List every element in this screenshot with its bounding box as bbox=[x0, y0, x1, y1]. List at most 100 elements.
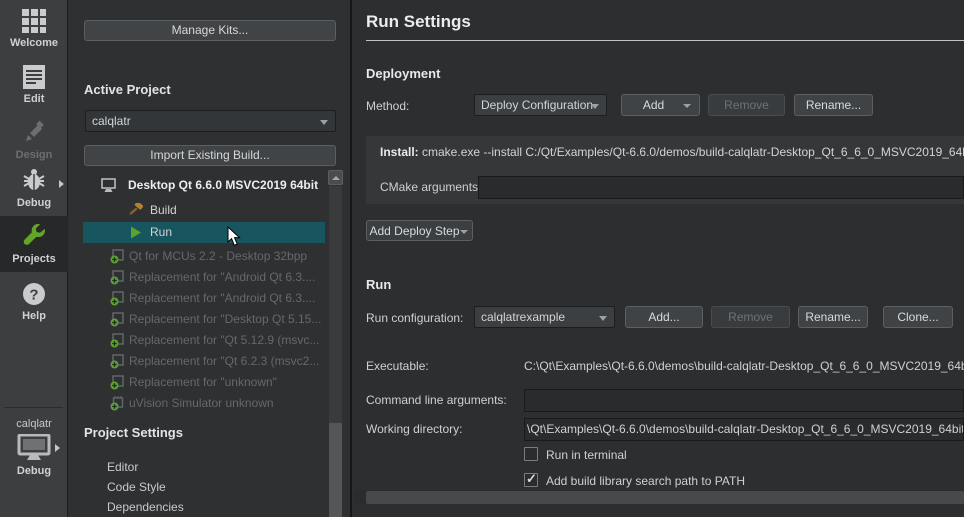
run-add-button[interactable]: Add... bbox=[625, 306, 703, 328]
projects-wrench-icon bbox=[21, 224, 47, 250]
deploy-method-combobox[interactable]: Deploy Configuration bbox=[474, 94, 607, 116]
inactive-kit-row[interactable]: Replacement for "Qt 5.12.9 (msvc... bbox=[69, 330, 325, 351]
active-project-combobox[interactable]: calqlatr bbox=[85, 110, 336, 132]
mode-debug[interactable]: Debug bbox=[0, 168, 68, 209]
run-rename-button[interactable]: Rename... bbox=[798, 306, 868, 328]
sidebar-separator bbox=[4, 407, 63, 408]
target-kit-name: Debug bbox=[0, 465, 68, 477]
manage-kits-button[interactable]: Manage Kits... bbox=[84, 20, 336, 41]
working-directory-input[interactable]: \Qt\Examples\Qt-6.6.0\demos\build-calqla… bbox=[524, 418, 964, 441]
inactive-kit-row[interactable]: uVision Simulator unknown bbox=[69, 393, 325, 414]
device-plus-icon bbox=[110, 270, 125, 285]
run-play-icon bbox=[128, 225, 143, 240]
deploy-step-box: Install: cmake.exe --install C:/Qt/Examp… bbox=[366, 136, 964, 204]
run-in-terminal-label: Run in terminal bbox=[546, 448, 627, 462]
run-row-label: Run bbox=[150, 225, 172, 239]
simulator-plus-icon bbox=[110, 396, 125, 411]
settings-item-editor[interactable]: Editor bbox=[107, 460, 138, 474]
help-icon: ? bbox=[21, 281, 47, 307]
mode-sidebar: Welcome Edit Design bbox=[0, 0, 68, 517]
run-heading: Run bbox=[366, 277, 391, 292]
device-plus-icon bbox=[110, 375, 125, 390]
run-clone-button[interactable]: Clone... bbox=[883, 306, 953, 328]
import-existing-build-button[interactable]: Import Existing Build... bbox=[84, 145, 336, 166]
inactive-kit-label: Replacement for "Desktop Qt 5.15... bbox=[129, 312, 321, 326]
install-command-line: Install: cmake.exe --install C:/Qt/Examp… bbox=[380, 145, 964, 159]
run-configuration-value: calqlatrexample bbox=[481, 310, 565, 324]
inactive-kit-label: Replacement for "Android Qt 6.3.... bbox=[129, 270, 315, 284]
inactive-kit-row[interactable]: Replacement for "unknown" bbox=[69, 372, 325, 393]
projects-panel: Manage Kits... Active Project calqlatr I… bbox=[69, 0, 352, 517]
mode-welcome-label: Welcome bbox=[0, 37, 68, 49]
settings-item-dependencies[interactable]: Dependencies bbox=[107, 500, 184, 514]
deploy-rename-button[interactable]: Rename... bbox=[794, 94, 873, 116]
executable-label: Executable: bbox=[366, 359, 429, 373]
build-row-label: Build bbox=[150, 203, 177, 217]
page-title: Run Settings bbox=[366, 12, 471, 32]
device-plus-icon bbox=[110, 333, 125, 348]
command-line-arguments-input[interactable] bbox=[524, 389, 964, 412]
mode-edit[interactable]: Edit bbox=[0, 64, 68, 105]
desktop-kit-monitor-icon bbox=[101, 178, 116, 193]
inactive-kit-label: uVision Simulator unknown bbox=[129, 396, 274, 410]
tree-scrollbar[interactable] bbox=[328, 170, 343, 517]
chevron-down-icon bbox=[591, 104, 599, 109]
mode-help[interactable]: ? Help bbox=[0, 281, 68, 322]
inactive-kit-row[interactable]: Replacement for "Desktop Qt 5.15... bbox=[69, 309, 325, 330]
deploy-remove-button: Remove bbox=[708, 94, 785, 116]
run-in-terminal-checkbox[interactable] bbox=[524, 447, 538, 461]
kit-target-selector[interactable]: calqlatr Debug bbox=[0, 418, 68, 477]
chevron-down-icon bbox=[320, 120, 328, 125]
svg-text:?: ? bbox=[29, 287, 38, 304]
inactive-kit-label: Replacement for "Qt 6.2.3 (msvc2... bbox=[129, 354, 319, 368]
kit-title-label: Desktop Qt 6.6.0 MSVC2019 64bit bbox=[128, 178, 318, 192]
horizontal-scrollbar-thumb[interactable] bbox=[366, 491, 964, 504]
cmake-arguments-input[interactable] bbox=[478, 176, 964, 199]
inactive-kit-row[interactable]: Replacement for "Android Qt 6.3.... bbox=[69, 267, 325, 288]
deploy-add-button[interactable]: Add bbox=[621, 94, 700, 116]
mode-edit-label: Edit bbox=[0, 93, 68, 105]
install-label: Install: bbox=[380, 145, 419, 159]
run-remove-button: Remove bbox=[711, 306, 790, 328]
run-configuration-combobox[interactable]: calqlatrexample bbox=[474, 306, 615, 328]
device-plus-icon bbox=[110, 354, 125, 369]
mode-projects-label: Projects bbox=[0, 253, 68, 265]
inactive-kit-label: Replacement for "unknown" bbox=[129, 375, 277, 389]
active-project-heading: Active Project bbox=[84, 82, 171, 97]
mode-design-label: Design bbox=[0, 149, 68, 161]
inactive-kit-row[interactable]: Replacement for "Qt 6.2.3 (msvc2... bbox=[69, 351, 325, 372]
design-pencil-icon bbox=[21, 120, 47, 146]
inactive-kit-label: Qt for MCUs 2.2 - Desktop 32bpp bbox=[129, 249, 307, 263]
target-device-monitor-icon bbox=[17, 434, 51, 462]
mode-help-label: Help bbox=[0, 310, 68, 322]
scrollbar-thumb[interactable] bbox=[329, 423, 342, 517]
inactive-kit-label: Replacement for "Qt 5.12.9 (msvc... bbox=[129, 333, 319, 347]
deploy-method-value: Deploy Configuration bbox=[481, 98, 593, 112]
kit-row-desktop-qt660[interactable]: Desktop Qt 6.6.0 MSVC2019 64bit bbox=[69, 175, 325, 196]
deploy-add-label: Add bbox=[643, 98, 664, 112]
inactive-kit-row[interactable]: Qt for MCUs 2.2 - Desktop 32bpp bbox=[69, 246, 325, 267]
working-directory-value: \Qt\Examples\Qt-6.6.0\demos\build-calqla… bbox=[527, 422, 964, 436]
scroll-up-arrow-icon[interactable] bbox=[328, 170, 343, 185]
working-directory-label: Working directory: bbox=[366, 422, 462, 436]
run-configuration-label: Run configuration: bbox=[366, 311, 463, 325]
mode-projects[interactable]: Projects bbox=[0, 216, 68, 272]
kit-run-row-selected[interactable]: Run bbox=[83, 222, 325, 243]
chevron-down-icon bbox=[599, 316, 607, 321]
deployment-heading: Deployment bbox=[366, 66, 440, 81]
edit-document-icon bbox=[21, 64, 47, 90]
executable-path: C:\Qt\Examples\Qt-6.6.0\demos\build-calq… bbox=[524, 359, 964, 373]
horizontal-scrollbar[interactable] bbox=[354, 490, 964, 505]
debug-expand-arrow-icon[interactable] bbox=[59, 180, 64, 188]
settings-item-code-style[interactable]: Code Style bbox=[107, 480, 166, 494]
add-deploy-step-button[interactable]: Add Deploy Step bbox=[366, 220, 473, 241]
qt-creator-window: Welcome Edit Design bbox=[0, 0, 964, 517]
kit-build-row[interactable]: Build bbox=[69, 200, 325, 221]
inactive-kit-label: Replacement for "Android Qt 6.3.... bbox=[129, 291, 315, 305]
mode-welcome[interactable]: Welcome bbox=[0, 8, 68, 49]
inactive-kit-row[interactable]: Replacement for "Android Qt 6.3.... bbox=[69, 288, 325, 309]
add-library-path-checkbox[interactable] bbox=[524, 473, 538, 487]
build-hammer-icon bbox=[128, 203, 143, 218]
chevron-down-icon bbox=[460, 230, 468, 234]
target-expand-arrow-icon[interactable] bbox=[55, 444, 60, 452]
